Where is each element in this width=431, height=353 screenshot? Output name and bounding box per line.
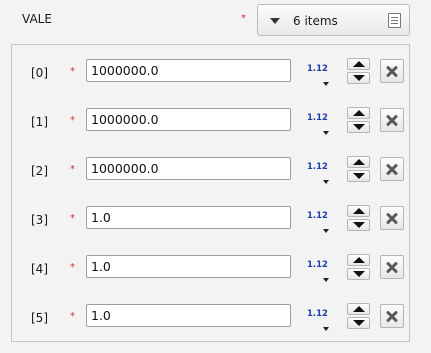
array-item-row: [2] * 1.12	[12, 150, 409, 194]
format-caret-icon[interactable]	[323, 229, 329, 233]
format-caret-icon[interactable]	[323, 180, 329, 184]
item-index-label: [1]	[31, 115, 48, 129]
move-up-button[interactable]	[347, 254, 370, 266]
number-format-icon[interactable]: 1.12	[307, 162, 328, 172]
item-value-input[interactable]	[86, 255, 291, 278]
move-down-button[interactable]	[347, 317, 370, 329]
required-asterisk: *	[241, 13, 246, 24]
array-field-editor: VALE * 6 items [0] * 1.12 [1] * 1.12	[0, 0, 431, 353]
format-caret-icon[interactable]	[323, 278, 329, 282]
delete-item-button[interactable]	[380, 108, 404, 132]
array-item-row: [0] * 1.12	[12, 52, 409, 96]
move-up-button[interactable]	[347, 303, 370, 315]
reorder-stepper	[347, 303, 370, 331]
delete-item-button[interactable]	[380, 255, 404, 279]
number-format-icon[interactable]: 1.12	[307, 211, 328, 221]
item-value-input[interactable]	[86, 157, 291, 180]
item-index-label: [3]	[31, 213, 48, 227]
array-item-row: [1] * 1.12	[12, 101, 409, 145]
format-caret-icon[interactable]	[323, 82, 329, 86]
required-asterisk: *	[70, 115, 75, 126]
move-down-button[interactable]	[347, 219, 370, 231]
move-down-button[interactable]	[347, 268, 370, 280]
reorder-stepper	[347, 254, 370, 282]
items-dropdown-button[interactable]: 6 items	[257, 4, 410, 36]
required-asterisk: *	[70, 213, 75, 224]
number-format-icon[interactable]: 1.12	[307, 64, 328, 74]
reorder-stepper	[347, 156, 370, 184]
item-index-label: [2]	[31, 164, 48, 178]
move-up-button[interactable]	[347, 156, 370, 168]
field-label: VALE	[22, 12, 52, 26]
required-asterisk: *	[70, 262, 75, 273]
item-value-input[interactable]	[86, 304, 291, 327]
delete-item-button[interactable]	[380, 304, 404, 328]
item-index-label: [0]	[31, 66, 48, 80]
number-format-icon[interactable]: 1.12	[307, 260, 328, 270]
reorder-stepper	[347, 58, 370, 86]
array-items-container: [0] * 1.12 [1] * 1.12 [2] *	[11, 44, 410, 342]
reorder-stepper	[347, 107, 370, 135]
move-down-button[interactable]	[347, 121, 370, 133]
item-value-input[interactable]	[86, 59, 291, 82]
reorder-stepper	[347, 205, 370, 233]
list-menu-icon[interactable]	[388, 13, 401, 28]
item-index-label: [5]	[31, 311, 48, 325]
array-item-row: [5] * 1.12	[12, 297, 409, 341]
format-caret-icon[interactable]	[323, 327, 329, 331]
array-item-row: [3] * 1.12	[12, 199, 409, 243]
required-asterisk: *	[70, 311, 75, 322]
triangle-down-icon	[270, 18, 280, 24]
move-down-button[interactable]	[347, 72, 370, 84]
item-value-input[interactable]	[86, 108, 291, 131]
required-asterisk: *	[70, 164, 75, 175]
delete-item-button[interactable]	[380, 206, 404, 230]
move-up-button[interactable]	[347, 107, 370, 119]
move-up-button[interactable]	[347, 205, 370, 217]
items-count-label: 6 items	[293, 14, 338, 28]
required-asterisk: *	[70, 66, 75, 77]
array-item-row: [4] * 1.12	[12, 248, 409, 292]
number-format-icon[interactable]: 1.12	[307, 113, 328, 123]
move-down-button[interactable]	[347, 170, 370, 182]
number-format-icon[interactable]: 1.12	[307, 309, 328, 319]
move-up-button[interactable]	[347, 58, 370, 70]
delete-item-button[interactable]	[380, 59, 404, 83]
item-value-input[interactable]	[86, 206, 291, 229]
item-index-label: [4]	[31, 262, 48, 276]
delete-item-button[interactable]	[380, 157, 404, 181]
format-caret-icon[interactable]	[323, 131, 329, 135]
